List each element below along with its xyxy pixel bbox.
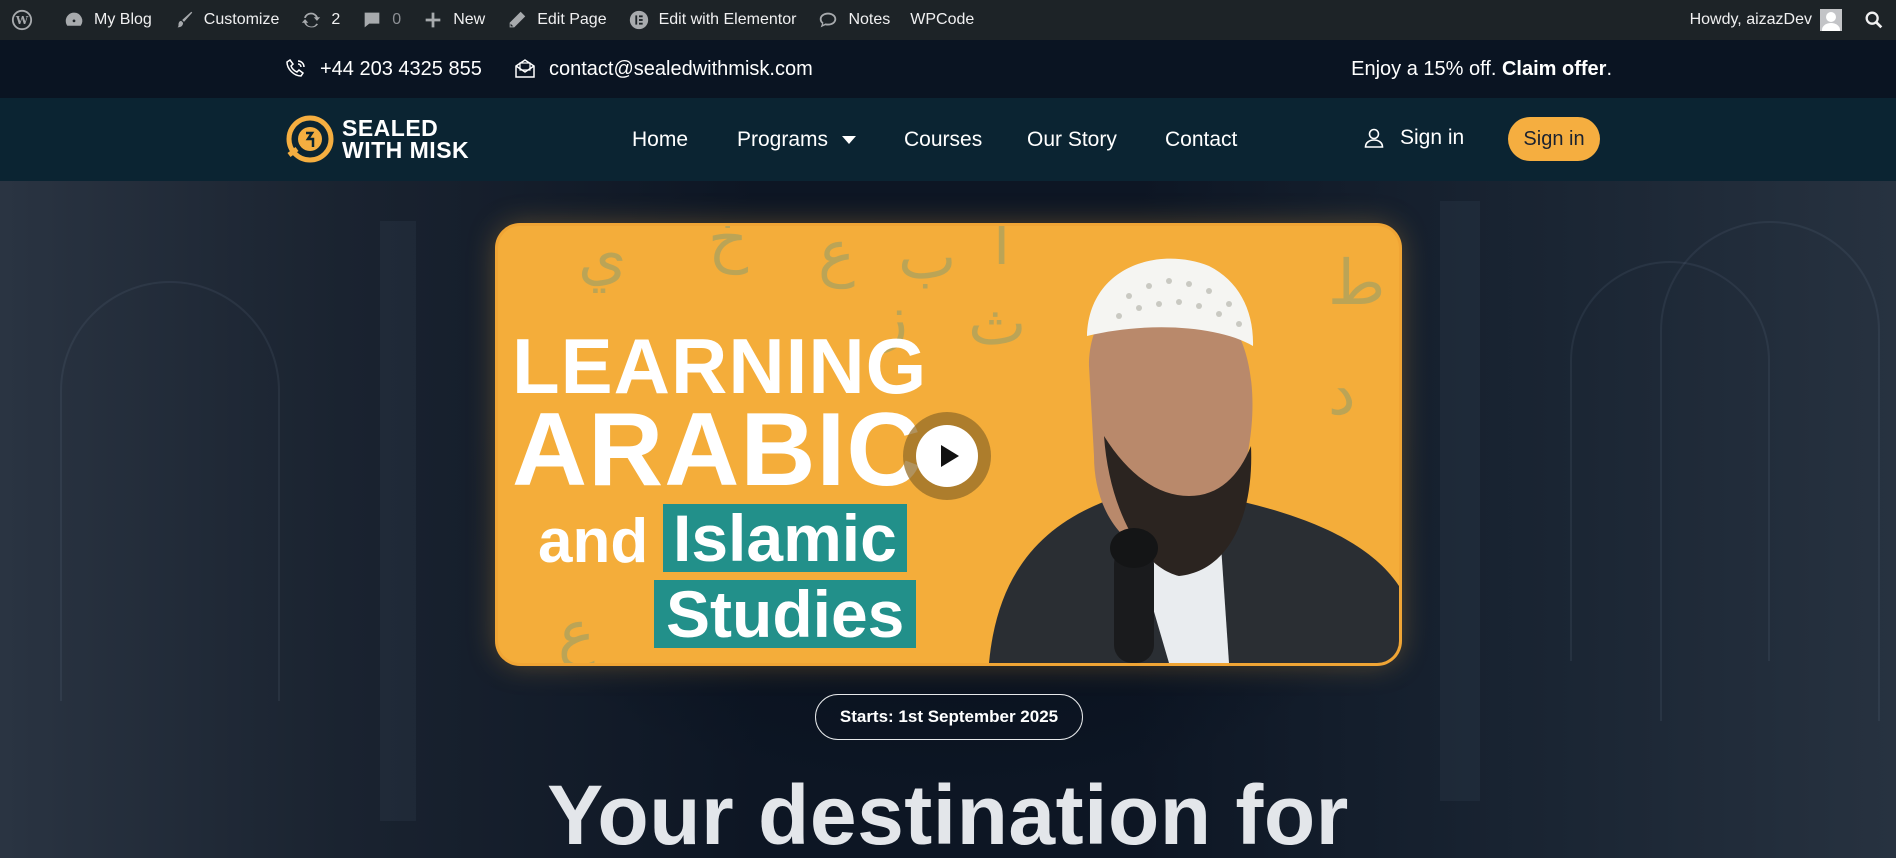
email-address: contact@sealedwithmisk.com bbox=[549, 57, 813, 80]
howdy-label: Howdy, aizazDev bbox=[1689, 11, 1812, 28]
wordpress-icon: W bbox=[10, 8, 34, 32]
mail-icon bbox=[515, 59, 535, 78]
top-contact-bar: +44 203 4325 855 contact@sealedwithmisk.… bbox=[0, 40, 1896, 98]
arabic-letter-decoration: ع bbox=[818, 226, 855, 289]
new-label: New bbox=[453, 11, 486, 28]
edit-elementor-link[interactable]: Edit with Elementor bbox=[617, 0, 807, 40]
my-blog-link[interactable]: My Blog bbox=[52, 0, 162, 40]
arabic-letter-decoration: ع bbox=[558, 596, 595, 663]
play-icon bbox=[940, 445, 959, 467]
wpcode-label: WPCode bbox=[910, 11, 975, 28]
intro-video[interactable]: ي خ ع ب ا ز ث ط د ع LEARNING ARABIC and … bbox=[498, 226, 1399, 663]
video-title-studies: Studies bbox=[654, 580, 917, 648]
background-arch bbox=[60, 281, 280, 701]
notes-label: Notes bbox=[848, 11, 891, 28]
notes-icon bbox=[816, 8, 840, 32]
background-pillar bbox=[1440, 201, 1480, 801]
edit-page-link[interactable]: Edit Page bbox=[495, 0, 616, 40]
claim-offer-link[interactable]: Claim offer bbox=[1502, 58, 1606, 81]
customize-label: Customize bbox=[203, 11, 280, 28]
comments-count: 0 bbox=[392, 11, 402, 28]
paintbrush-icon bbox=[172, 8, 196, 32]
site-header: SEALED WITH MISK Home Programs Courses O… bbox=[0, 98, 1896, 181]
my-account-link[interactable]: Howdy, aizazDev bbox=[1680, 0, 1852, 40]
wordpress-logo-button[interactable]: W bbox=[0, 0, 52, 40]
video-title-line-2: ARABIC bbox=[512, 392, 923, 508]
signin-link[interactable]: Sign in bbox=[1362, 126, 1464, 150]
instructor-photo bbox=[989, 258, 1399, 663]
play-button-inner bbox=[916, 425, 978, 487]
logo-line-2: WITH MISK bbox=[342, 137, 470, 163]
customize-link[interactable]: Customize bbox=[162, 0, 290, 40]
start-date-badge: Starts: 1st September 2025 bbox=[815, 694, 1083, 740]
background-pillar bbox=[380, 221, 416, 821]
logo-text: SEALED WITH MISK bbox=[342, 115, 470, 163]
notes-link[interactable]: Notes bbox=[806, 0, 900, 40]
edit-elementor-label: Edit with Elementor bbox=[658, 11, 797, 28]
offer-banner: Enjoy a 15% off. Claim offer. bbox=[1351, 58, 1612, 81]
new-content-link[interactable]: New bbox=[411, 0, 495, 40]
email-link[interactable]: contact@sealedwithmisk.com bbox=[513, 57, 813, 81]
dashboard-icon bbox=[62, 8, 86, 32]
video-title-and: and bbox=[538, 507, 649, 576]
play-button[interactable] bbox=[903, 412, 991, 500]
avatar bbox=[1820, 9, 1842, 31]
offer-period: . bbox=[1606, 57, 1612, 80]
logo-line-1: SEALED bbox=[342, 115, 439, 141]
hero-section: ي خ ع ب ا ز ث ط د ع LEARNING ARABIC and … bbox=[0, 181, 1896, 858]
background-arch bbox=[1660, 221, 1880, 721]
search-icon bbox=[1862, 8, 1886, 32]
user-icon bbox=[1364, 128, 1384, 148]
comments-link[interactable]: 0 bbox=[350, 0, 411, 40]
phone-icon bbox=[286, 58, 305, 77]
updates-link[interactable]: 2 bbox=[289, 0, 350, 40]
nav-courses[interactable]: Courses bbox=[904, 128, 982, 152]
wpcode-link[interactable]: WPCode bbox=[900, 0, 984, 40]
plus-icon bbox=[421, 8, 445, 32]
wp-admin-bar: W My Blog Customize 2 0 New Edit Page Ed… bbox=[0, 0, 1896, 40]
nav-programs[interactable]: Programs bbox=[737, 127, 857, 152]
updates-icon bbox=[299, 8, 323, 32]
arabic-letter-decoration: خ bbox=[708, 226, 749, 275]
site-logo[interactable]: SEALED WITH MISK bbox=[286, 115, 469, 163]
pencil-icon bbox=[505, 8, 529, 32]
hero-headline: Your destination for bbox=[547, 768, 1349, 858]
edit-page-label: Edit Page bbox=[537, 11, 607, 28]
my-blog-label: My Blog bbox=[94, 11, 152, 28]
svg-text:W: W bbox=[15, 14, 29, 27]
comment-icon bbox=[360, 8, 384, 32]
logo-mark-icon bbox=[286, 115, 334, 163]
arabic-letter-decoration: ي bbox=[578, 226, 627, 293]
video-title-islamic: Islamic bbox=[663, 504, 907, 572]
nav-home[interactable]: Home bbox=[632, 128, 688, 152]
offer-text: Enjoy a 15% off. bbox=[1351, 57, 1497, 80]
nav-our-story[interactable]: Our Story bbox=[1027, 128, 1117, 152]
signin-link-label: Sign in bbox=[1400, 126, 1465, 149]
elementor-icon bbox=[627, 8, 651, 32]
nav-contact[interactable]: Contact bbox=[1165, 128, 1237, 152]
phone-number: +44 203 4325 855 bbox=[320, 57, 482, 80]
phone-link[interactable]: +44 203 4325 855 bbox=[284, 57, 482, 81]
admin-search-button[interactable] bbox=[1852, 0, 1896, 40]
signin-button[interactable]: Sign in bbox=[1508, 117, 1600, 161]
nav-programs-label: Programs bbox=[737, 127, 829, 151]
caret-down-icon bbox=[842, 135, 857, 144]
updates-count: 2 bbox=[331, 11, 341, 28]
